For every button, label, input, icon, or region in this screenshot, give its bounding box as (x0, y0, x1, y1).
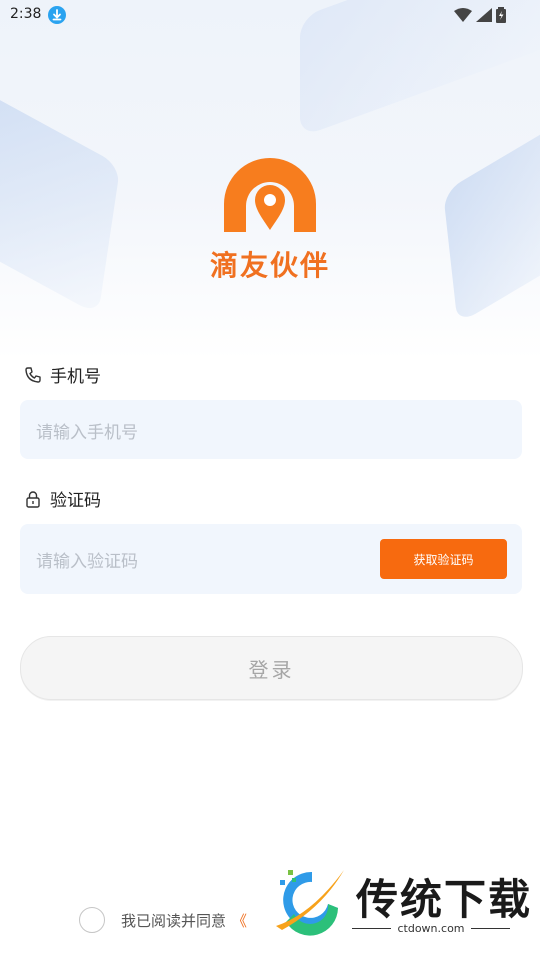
status-bar: 2:38 (0, 0, 540, 30)
agreement-text: 我已阅读并同意 (121, 911, 227, 930)
app-name: 滴友伙伴 (209, 249, 330, 282)
phone-label-text: 手机号 (50, 367, 101, 387)
get-code-button[interactable]: 获取验证码 (380, 539, 507, 579)
phone-label: 手机号 (24, 362, 101, 387)
decor-glass-right (443, 115, 540, 325)
lock-icon (26, 490, 40, 508)
status-icons (454, 7, 506, 23)
code-placeholder: 请输入验证码 (36, 552, 138, 572)
code-label: 验证码 (24, 486, 101, 511)
login-button[interactable]: 登录 (20, 636, 523, 700)
status-time: 2:38 (10, 6, 42, 22)
agreement-row: 我已阅读并同意 《 (79, 907, 247, 933)
app-logo-icon (224, 158, 316, 232)
watermark-domain: ctdown.com (397, 922, 465, 935)
watermark: 传统下载 ctdown.com (272, 862, 530, 942)
watermark-title: 传统下载 (356, 875, 533, 924)
watermark-domain-row: ctdown.com (352, 922, 510, 935)
download-icon (48, 6, 66, 24)
wifi-icon (454, 8, 472, 22)
agree-checkbox[interactable] (79, 907, 105, 933)
battery-icon (496, 7, 506, 23)
phone-icon (25, 366, 41, 383)
agreement-link[interactable]: 《 (232, 910, 247, 931)
signal-icon (476, 8, 492, 22)
code-input[interactable]: 请输入验证码 获取验证码 (20, 524, 522, 594)
code-label-text: 验证码 (50, 491, 101, 511)
phone-input[interactable]: 请输入手机号 (20, 400, 522, 459)
watermark-logo-icon (276, 870, 344, 936)
phone-placeholder: 请输入手机号 (36, 423, 138, 443)
